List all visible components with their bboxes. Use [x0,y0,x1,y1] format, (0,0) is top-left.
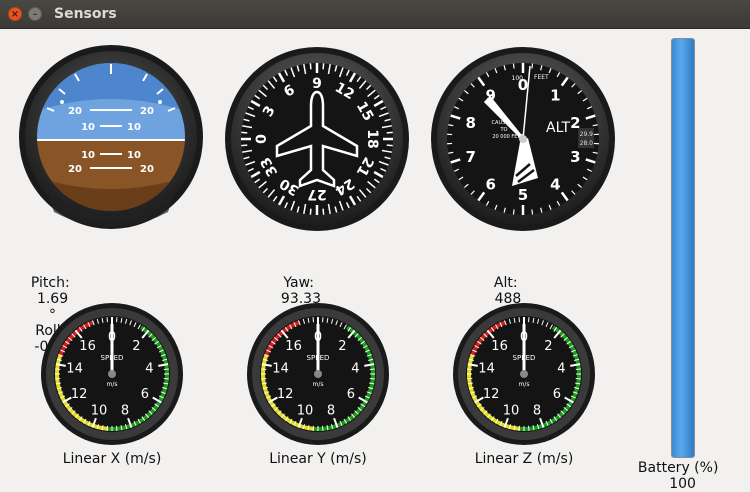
altimeter: 0123456789 100 FEET ALT CAUSE TO 20 000 … [430,46,616,232]
heading-dial-number: 0 [254,134,270,144]
speed-dial-number: 6 [553,387,561,402]
kollsman-value: 29.9 [580,131,594,138]
altimeter-dial-number: 3 [570,148,580,166]
speed-dial-number: 10 [91,404,108,419]
speed-dial-number: 8 [327,404,335,419]
pitch-ladder-label: 10 [81,122,95,133]
speed-dial-number: 12 [71,387,88,402]
altimeter-dial-number: 4 [550,175,560,193]
speed-dial-number: 8 [121,404,129,419]
attitude-indicator: 20 20 10 10 10 10 20 20 [18,44,204,230]
speed-dial-number: 6 [141,387,149,402]
speed-dial-number: 16 [285,339,302,354]
feet-label: FEET [534,74,549,81]
altimeter-dial-number: 5 [518,186,528,204]
speed-dial-number: 14 [478,361,495,376]
altimeter-dial-number: 7 [465,148,475,166]
speed-dial-number: 4 [351,361,359,376]
minimize-button[interactable]: – [28,7,42,21]
heading-dial-number: 9 [312,76,322,92]
pitch-ladder-label: 20 [140,164,154,175]
speed-gauge: 0246810121416SPEEDm/s [452,302,596,446]
speed-dial-number: 14 [66,361,83,376]
title-bar: × – Sensors [0,0,750,29]
battery-label: Battery (%) [638,460,719,476]
speed-dial-number: 16 [491,339,508,354]
battery-progress-bar [671,38,695,458]
speed-dial-unit: m/s [519,381,530,388]
close-button[interactable]: × [8,7,22,21]
battery-value: 100 [669,476,696,492]
pitch-ladder-label: 10 [127,122,141,133]
hundred-label: 100 [512,75,524,82]
yaw-label: Yaw: [283,275,314,291]
kollsman-value: 28.0 [580,140,594,147]
speed-label-x: Linear X (m/s) [54,451,170,467]
pitch-ladder-label: 20 [68,106,82,117]
altimeter-dial-number: 1 [550,87,560,105]
speed-dial-number: 10 [297,404,314,419]
pitch-ladder-label: 20 [68,164,82,175]
battery-readout: Battery (%) 100 [629,444,727,492]
speed-dial-number: 10 [503,404,520,419]
speed-dial-unit: m/s [313,381,324,388]
heading-dial-number: 18 [364,129,380,148]
heading-dial-number: 27 [307,186,326,202]
pitch-ladder-label: 10 [127,150,141,161]
pitch-label: Pitch: [31,275,70,291]
speed-dial-number: 2 [544,339,552,354]
caution-text: TO [500,127,508,133]
speed-label-y: Linear Y (m/s) [260,451,376,467]
battery-fill [672,39,694,457]
speed-dial-number: 2 [338,339,346,354]
speed-dial-number: 2 [132,339,140,354]
speed-gauge: 0246810121416SPEEDm/s [40,302,184,446]
speed-gauge: 0246810121416SPEEDm/s [246,302,390,446]
alt-face-text: ALT [546,120,570,136]
altimeter-dial-number: 8 [465,114,475,132]
speed-label-z: Linear Z (m/s) [466,451,582,467]
speed-dial-number: 12 [277,387,294,402]
heading-indicator: 91215182124273033036 [224,46,410,232]
pitch-ladder-label: 20 [140,106,154,117]
alt-label: Alt: [494,275,518,291]
speed-dial-unit: m/s [107,381,118,388]
window-title: Sensors [54,6,117,22]
speed-dial-number: 4 [145,361,153,376]
speed-dial-number: 8 [533,404,541,419]
speed-dial-number: 14 [272,361,289,376]
speed-dial-number: 12 [483,387,500,402]
speed-dial-number: 6 [347,387,355,402]
pitch-ladder-label: 10 [81,150,95,161]
speed-dial-number: 4 [557,361,565,376]
speed-dial-number: 16 [79,339,96,354]
altimeter-dial-number: 6 [485,175,495,193]
